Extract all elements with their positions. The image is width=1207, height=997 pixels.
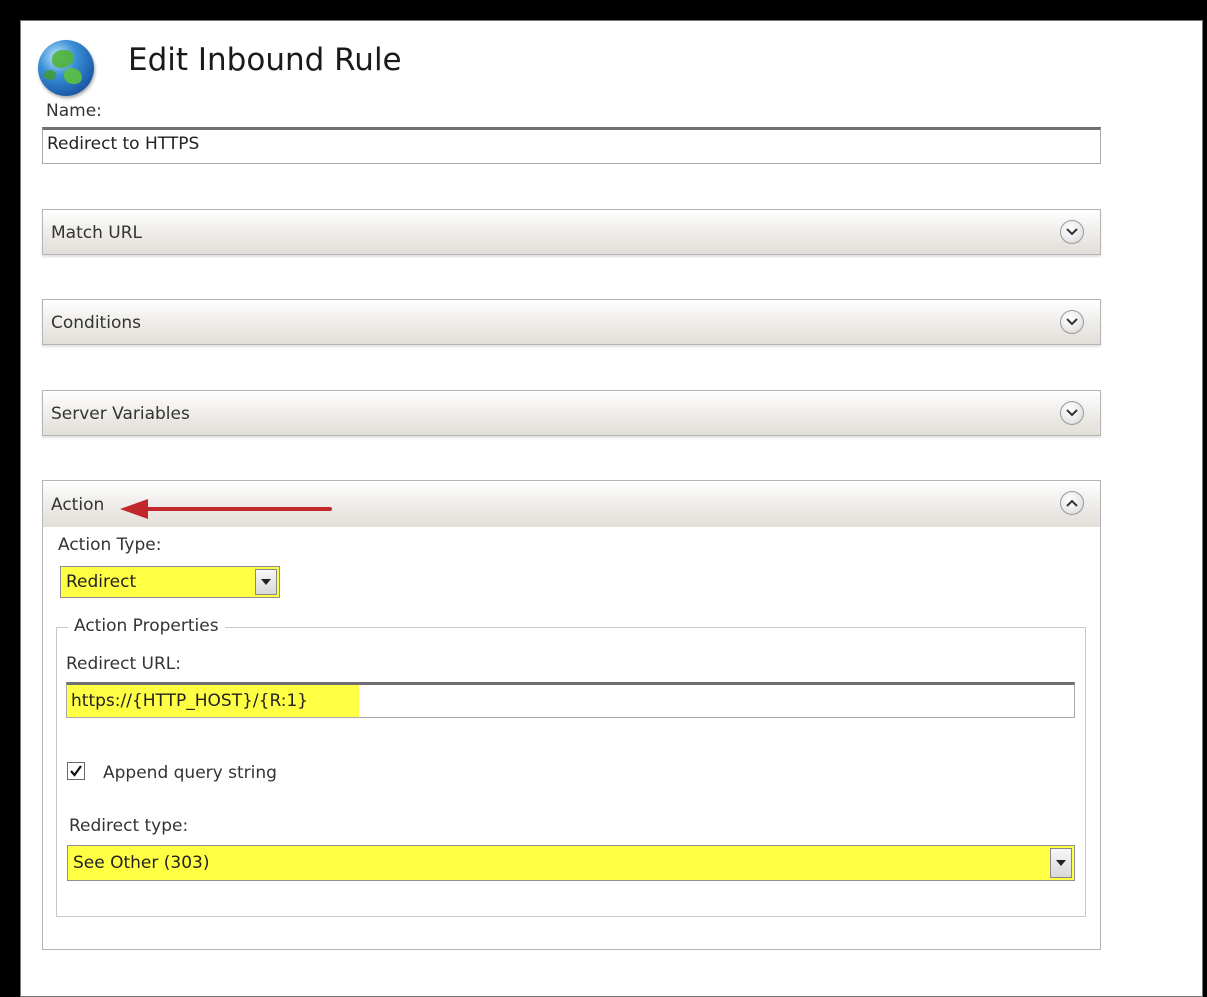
action-type-label: Action Type: xyxy=(58,535,162,555)
name-input-value: Redirect to HTTPS xyxy=(47,134,200,154)
append-query-label: Append query string xyxy=(103,763,277,783)
match-url-label: Match URL xyxy=(51,223,143,243)
conditions-section-header[interactable]: Conditions xyxy=(42,299,1101,345)
chevron-down-icon[interactable] xyxy=(1060,220,1084,244)
server-variables-label: Server Variables xyxy=(51,404,190,424)
redirect-type-value: See Other (303) xyxy=(73,853,210,873)
action-label: Action xyxy=(51,495,105,515)
dropdown-arrow-icon[interactable] xyxy=(255,569,277,595)
conditions-label: Conditions xyxy=(51,313,141,333)
name-input[interactable]: Redirect to HTTPS xyxy=(42,127,1101,164)
server-variables-section-header[interactable]: Server Variables xyxy=(42,390,1101,436)
checkmark-icon xyxy=(70,765,82,777)
redirect-type-label: Redirect type: xyxy=(69,816,189,836)
name-label: Name: xyxy=(46,101,102,121)
action-properties-legend: Action Properties xyxy=(68,616,225,636)
page-title: Edit Inbound Rule xyxy=(128,42,402,78)
chevron-down-icon[interactable] xyxy=(1060,401,1084,425)
redirect-url-value: https://{HTTP_HOST}/{R:1} xyxy=(71,691,309,711)
redirect-type-select[interactable]: See Other (303) xyxy=(67,845,1075,881)
annotation-arrow-icon xyxy=(120,499,332,519)
redirect-url-label: Redirect URL: xyxy=(66,654,181,674)
chevron-down-icon[interactable] xyxy=(1060,310,1084,334)
redirect-url-input[interactable]: https://{HTTP_HOST}/{R:1} xyxy=(66,682,1075,718)
match-url-section-header[interactable]: Match URL xyxy=(42,209,1101,255)
append-query-checkbox[interactable] xyxy=(67,762,85,780)
dropdown-arrow-icon[interactable] xyxy=(1050,848,1072,878)
globe-icon xyxy=(38,40,94,96)
action-type-value: Redirect xyxy=(66,572,137,592)
action-type-select[interactable]: Redirect xyxy=(60,566,280,598)
chevron-up-icon[interactable] xyxy=(1060,491,1084,515)
